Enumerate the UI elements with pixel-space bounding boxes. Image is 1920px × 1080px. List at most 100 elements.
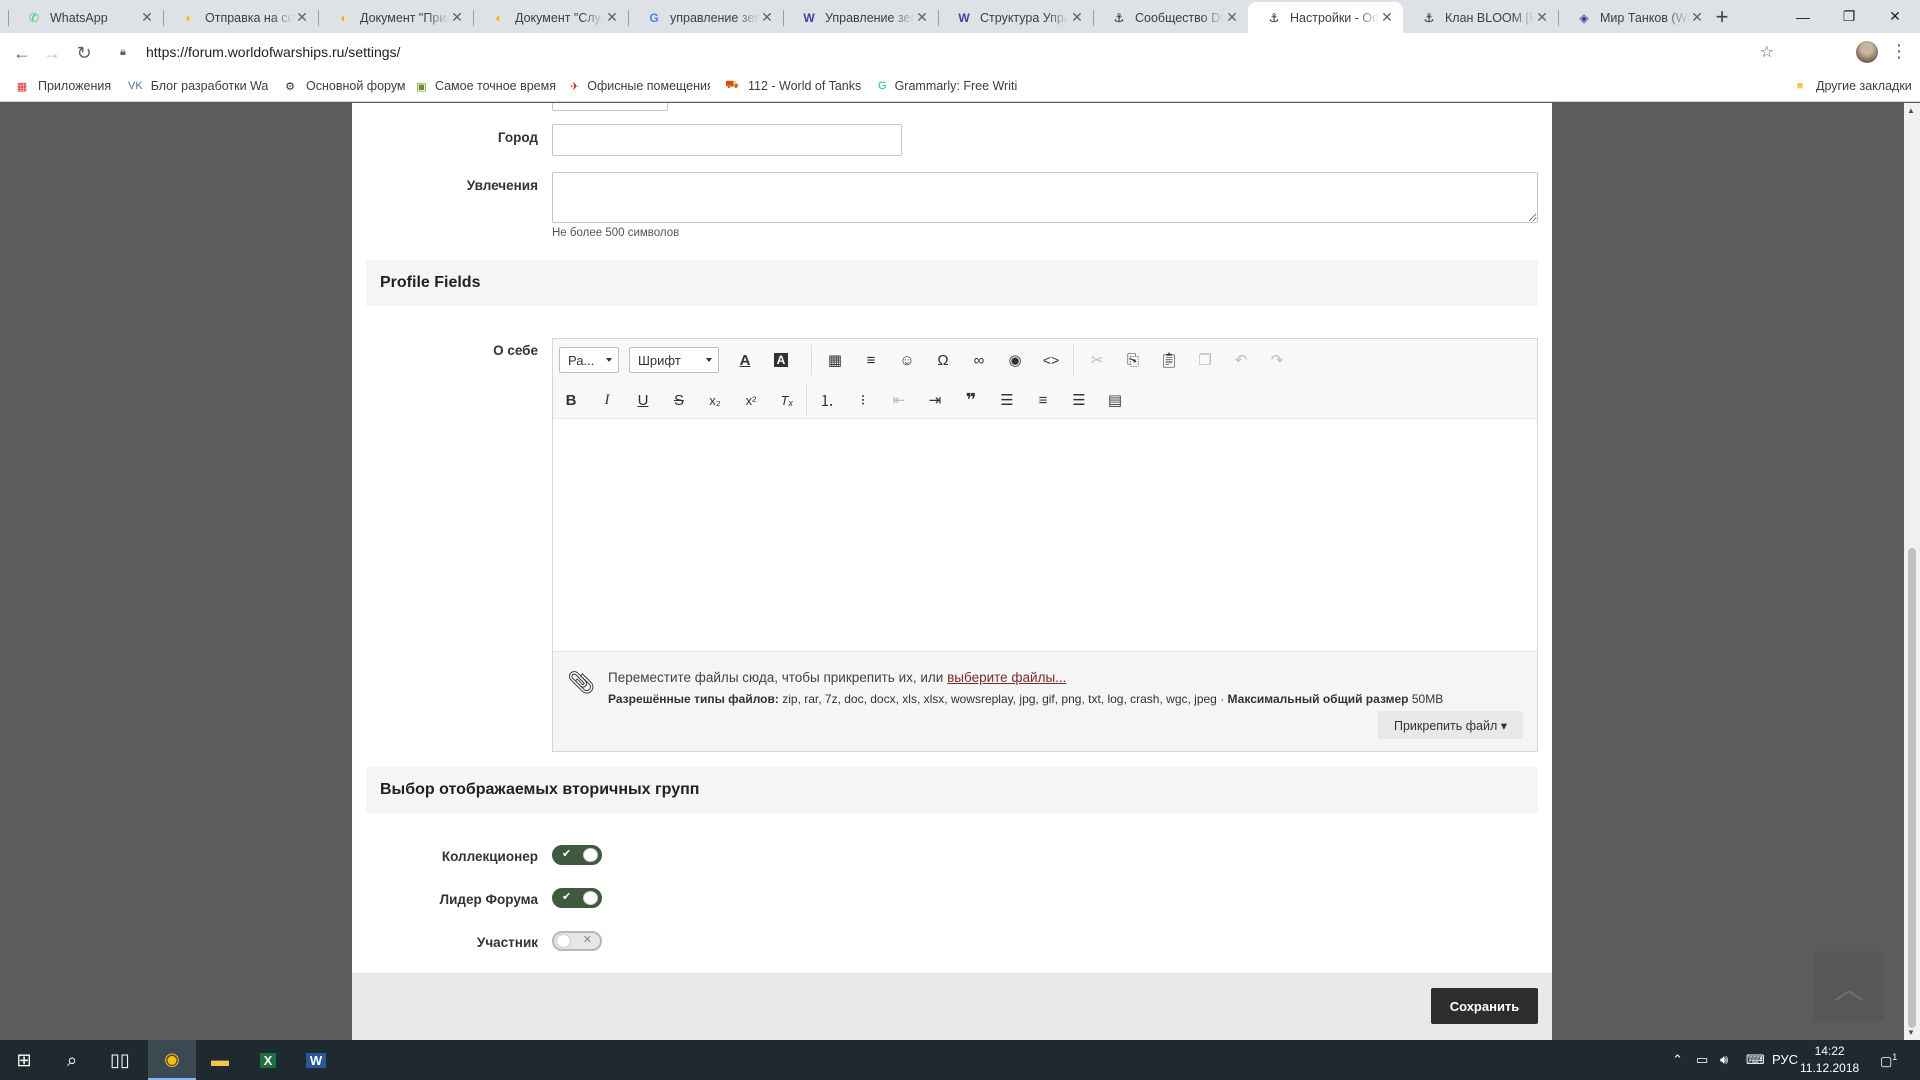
minimize-button[interactable]: — (1780, 0, 1826, 33)
file-explorer-icon[interactable]: ▬ (196, 1040, 244, 1080)
horizontal-rule-icon[interactable]: ≡ (857, 347, 885, 373)
group-toggle-forum-leader[interactable]: ✔ (552, 888, 602, 908)
special-char-icon[interactable]: Ω (929, 347, 957, 373)
tab-close-icon[interactable]: ✕ (604, 9, 620, 26)
underline-icon[interactable]: U (629, 387, 657, 413)
code-icon[interactable]: <> (1037, 347, 1065, 373)
scroll-to-top-button[interactable]: ︿ (1814, 951, 1884, 1021)
browser-tab[interactable]: ◐ Документ "Служебная записка"✕ (473, 2, 628, 33)
bookmark-item[interactable]: ⚙ Основной форум (282, 78, 405, 94)
keyboard-icon[interactable]: ⌨ (1746, 1052, 1765, 1068)
bold-icon[interactable]: B (557, 387, 585, 413)
tab-close-icon[interactable]: ✕ (1069, 9, 1085, 26)
url-input[interactable]: 🔒︎ https://forum.worldofwarships.ru/sett… (106, 37, 1786, 67)
language-indicator[interactable]: РУС (1772, 1052, 1798, 1067)
tab-close-icon[interactable]: ✕ (449, 9, 465, 26)
maximize-button[interactable]: ❐ (1826, 0, 1872, 33)
align-right-icon[interactable]: ☰ (1065, 387, 1093, 413)
tab-close-icon[interactable]: ✕ (759, 9, 775, 26)
tab-close-icon[interactable]: ✕ (1534, 9, 1550, 26)
editor-content-area[interactable] (553, 419, 1537, 651)
choose-files-link[interactable]: выберите файлы... (947, 670, 1066, 685)
bookmark-item[interactable]: ▦ Приложения (14, 78, 111, 94)
excel-icon[interactable]: X (244, 1040, 292, 1080)
quote-icon[interactable]: ❞ (957, 387, 985, 413)
browser-tab[interactable]: ◐ Документ "Приказ"✕ (318, 2, 473, 33)
page-scrollbar[interactable]: ▲ ▼ (1904, 103, 1920, 1040)
justify-icon[interactable]: ▤ (1101, 387, 1129, 413)
browser-tab[interactable]: Gуправление земельными✕ (628, 2, 783, 33)
strikethrough-icon[interactable]: S (665, 387, 693, 413)
browser-tab[interactable]: W Структура Управления✕ (938, 2, 1093, 33)
bookmark-item[interactable]: ⛟ 112 - World of Tanks (724, 78, 861, 94)
close-window-button[interactable]: ✕ (1872, 0, 1918, 33)
previous-field[interactable] (552, 103, 668, 111)
redo-icon[interactable]: ↷ (1263, 347, 1291, 373)
emoji-icon[interactable]: ☺ (893, 347, 921, 373)
paste-icon[interactable]: 📋︎ (1155, 347, 1183, 373)
volume-icon[interactable]: 🔊︎ (1720, 1052, 1728, 1068)
align-center-icon[interactable]: ≡ (1029, 387, 1057, 413)
clock[interactable]: 14:22 11.12.2018 (1800, 1043, 1859, 1077)
browser-tab[interactable]: W Управление земельных✕ (783, 2, 938, 33)
background-color-icon[interactable]: A (767, 347, 795, 373)
italic-icon[interactable]: I (593, 387, 621, 413)
group-toggle-collector[interactable]: ✔ (552, 845, 602, 865)
browser-tab[interactable]: ◐ Отправка на согласование✕ (163, 2, 318, 33)
bookmark-item[interactable]: G Grammarly: Free Writing (878, 78, 1018, 94)
outdent-icon[interactable]: ⇤ (885, 387, 913, 413)
reload-icon[interactable]: ↻ (70, 39, 98, 67)
paste-text-icon[interactable]: ⎘ (1119, 347, 1147, 373)
browser-tab[interactable]: ⚓ Настройки - Официальный✕ (1248, 2, 1403, 33)
superscript-icon[interactable]: x² (737, 387, 765, 413)
font-select[interactable]: Шрифт (629, 347, 719, 373)
text-color-icon[interactable]: A (731, 347, 759, 373)
spoiler-icon[interactable]: ◉ (1001, 347, 1029, 373)
cut-icon[interactable]: ✂ (1083, 347, 1111, 373)
tab-close-icon[interactable]: ✕ (1224, 9, 1240, 26)
back-arrow-icon[interactable]: ← (8, 39, 36, 67)
notifications-icon[interactable]: ▢1 (1880, 1052, 1897, 1069)
start-windows-icon[interactable]: ⊞ (0, 1040, 48, 1080)
save-button[interactable]: Сохранить (1431, 988, 1538, 1024)
table-icon[interactable]: ▦ (821, 347, 849, 373)
bookmark-item[interactable]: VK Блог разработки Wargaming (128, 78, 268, 94)
tab-close-icon[interactable]: ✕ (914, 9, 930, 26)
browser-tab[interactable]: ⚓ Клан BLOOM [BLOOM]✕ (1403, 2, 1558, 33)
copy-icon[interactable]: ❐ (1191, 347, 1219, 373)
attach-file-button[interactable]: Прикрепить файл ▾ (1377, 711, 1523, 739)
group-toggle-member[interactable]: ✕ (552, 931, 602, 951)
tab-close-icon[interactable]: ✕ (139, 9, 155, 26)
hobbies-textarea[interactable] (552, 172, 1538, 223)
profile-avatar[interactable] (1856, 41, 1878, 63)
bookmark-item[interactable]: ▣ Самое точное время (416, 78, 556, 94)
subscript-icon[interactable]: x₂ (701, 387, 729, 413)
indent-icon[interactable]: ⇥ (921, 387, 949, 413)
format-select[interactable]: Ра... (559, 347, 619, 373)
undo-icon[interactable]: ↶ (1227, 347, 1255, 373)
search-icon[interactable]: ⌕ (48, 1040, 96, 1080)
attachment-dropzone[interactable]: 📎︎ Переместите файлы сюда, чтобы прикреп… (553, 651, 1537, 751)
other-bookmarks-folder[interactable]: ■ Другие закладки (1792, 78, 1912, 94)
tab-close-icon[interactable]: ✕ (1379, 9, 1395, 26)
network-icon[interactable]: ▭ (1696, 1052, 1708, 1068)
remove-format-icon[interactable]: Tₓ (773, 387, 801, 413)
browser-tab[interactable]: ✆ WhatsApp ✕ (8, 2, 163, 33)
align-left-icon[interactable]: ☰ (993, 387, 1021, 413)
browser-tab[interactable]: ⚓ Сообщество DOWS✕ (1093, 2, 1248, 33)
bookmark-item[interactable]: ✈ Офисные помещения (570, 78, 710, 94)
browser-tab[interactable]: ◈ Мир Танков (World✕ (1558, 2, 1713, 33)
numbered-list-icon[interactable]: ⒈ (813, 387, 841, 413)
chrome-taskbar-icon[interactable]: ◉ (148, 1040, 196, 1080)
forward-arrow-icon[interactable]: → (38, 39, 66, 67)
tray-chevron-icon[interactable]: ⌃ (1672, 1052, 1683, 1068)
task-view-icon[interactable]: ▯▯ (96, 1040, 144, 1080)
city-input[interactable] (552, 124, 902, 156)
bookmark-star-icon[interactable]: ☆ (1760, 42, 1774, 62)
tab-close-icon[interactable]: ✕ (294, 9, 310, 26)
link-icon[interactable]: ∞ (965, 347, 993, 373)
tab-close-icon[interactable]: ✕ (1689, 9, 1705, 26)
bullet-list-icon[interactable]: ⁝ (849, 387, 877, 413)
scrollbar-thumb[interactable] (1908, 548, 1916, 1028)
browser-menu-icon[interactable]: ⋮ (1890, 40, 1908, 62)
